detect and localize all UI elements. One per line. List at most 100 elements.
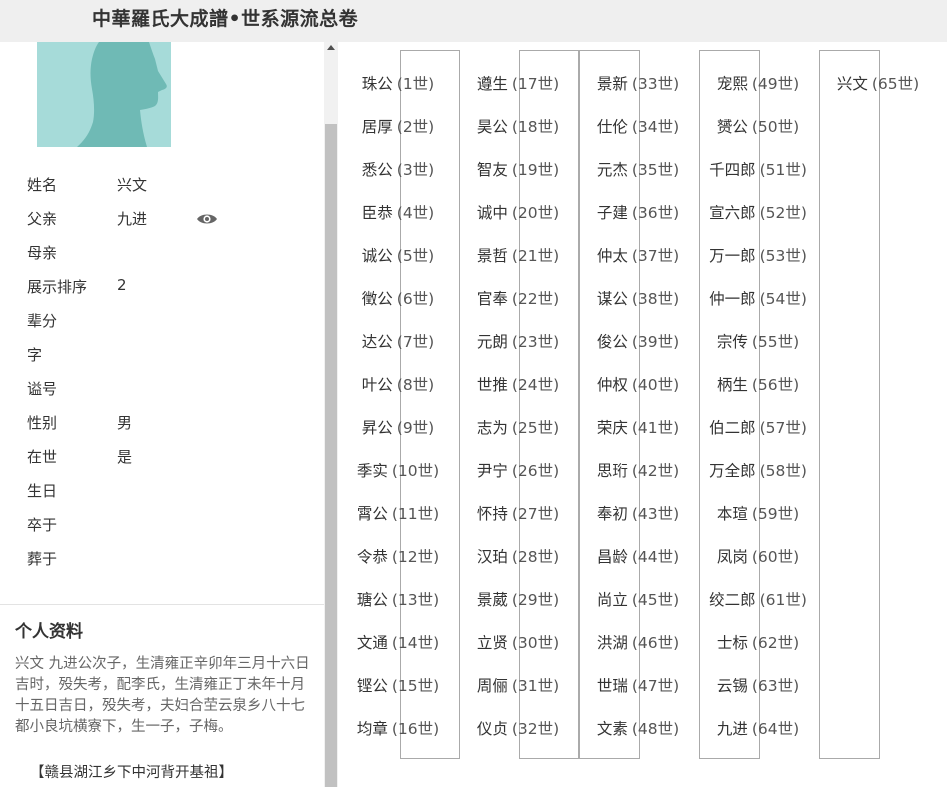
lineage-generation: (8世) <box>396 376 435 394</box>
lineage-node[interactable]: 荣庆 (41世) <box>578 418 698 438</box>
lineage-name: 徵公 <box>361 290 393 308</box>
lineage-generation: (4世) <box>396 204 435 222</box>
lineage-node[interactable]: 世推 (24世) <box>458 375 578 395</box>
lineage-node[interactable]: 文素 (48世) <box>578 719 698 739</box>
lineage-node[interactable]: 达公 (7世) <box>338 332 458 352</box>
lineage-node[interactable]: 诚公 (5世) <box>338 246 458 266</box>
lineage-node[interactable]: 仕伦 (34世) <box>578 117 698 137</box>
lineage-node[interactable]: 宣六郎 (52世) <box>698 203 818 223</box>
lineage-name: 俊公 <box>596 333 628 351</box>
lineage-generation: (37世) <box>631 247 680 265</box>
lineage-generation: (28世) <box>511 548 560 566</box>
lineage-generation: (52世) <box>759 204 807 222</box>
lineage-node[interactable]: 子建 (36世) <box>578 203 698 223</box>
lineage-node[interactable]: 世瑞 (47世) <box>578 676 698 696</box>
lineage-node[interactable]: 立贤 (30世) <box>458 633 578 653</box>
lineage-node[interactable]: 徵公 (6世) <box>338 289 458 309</box>
lineage-node[interactable]: 遵生 (17世) <box>458 74 578 94</box>
scrollbar[interactable] <box>324 42 338 787</box>
field-value: 2 <box>117 276 127 294</box>
lineage-node[interactable]: 智友 (19世) <box>458 160 578 180</box>
lineage-node[interactable]: 汉珀 (28世) <box>458 547 578 567</box>
lineage-node[interactable]: 官奉 (22世) <box>458 289 578 309</box>
view-father-eye-icon[interactable] <box>196 211 218 225</box>
lineage-node[interactable]: 叶公 (8世) <box>338 375 458 395</box>
connector-line <box>819 50 880 759</box>
lineage-name: 子建 <box>596 204 628 222</box>
avatar <box>37 42 171 147</box>
lineage-node[interactable]: 景新 (33世) <box>578 74 698 94</box>
lineage-generation: (10世) <box>391 462 440 480</box>
lineage-node[interactable]: 铿公 (15世) <box>338 676 458 696</box>
lineage-node[interactable]: 千四郎 (51世) <box>698 160 818 180</box>
bio-text: 兴文 九进公次子，生清雍正辛卯年三月十六日吉时，殁失考，配李氏，生清雍正丁未年十… <box>15 656 310 735</box>
lineage-node[interactable]: 文通 (14世) <box>338 633 458 653</box>
lineage-node[interactable]: 九进 (64世) <box>698 719 818 739</box>
lineage-node[interactable]: 尚立 (45世) <box>578 590 698 610</box>
lineage-name: 怀持 <box>476 505 508 523</box>
lineage-name: 遵生 <box>476 75 508 93</box>
lineage-node[interactable]: 均章 (16世) <box>338 719 458 739</box>
field-label: 辈分 <box>27 312 58 330</box>
lineage-node[interactable]: 居厚 (2世) <box>338 117 458 137</box>
lineage-node[interactable]: 赟公 (50世) <box>698 117 818 137</box>
field-label: 展示排序 <box>27 278 88 296</box>
lineage-generation: (46世) <box>631 634 680 652</box>
lineage-node[interactable]: 本瑄 (59世) <box>698 504 818 524</box>
lineage-generation: (27世) <box>511 505 560 523</box>
lineage-node[interactable]: 景哲 (21世) <box>458 246 578 266</box>
lineage-node[interactable]: 周俪 (31世) <box>458 676 578 696</box>
lineage-node[interactable]: 云锡 (63世) <box>698 676 818 696</box>
lineage-node[interactable]: 志为 (25世) <box>458 418 578 438</box>
lineage-node[interactable]: 俊公 (39世) <box>578 332 698 352</box>
lineage-node[interactable]: 士标 (62世) <box>698 633 818 653</box>
lineage-node[interactable]: 万一郎 (53世) <box>698 246 818 266</box>
lineage-node[interactable]: 仲一郎 (54世) <box>698 289 818 309</box>
lineage-node[interactable]: 仪贞 (32世) <box>458 719 578 739</box>
lineage-node[interactable]: 昌龄 (44世) <box>578 547 698 567</box>
page-title: 中華羅氏大成譜•世系源流总卷 <box>92 8 359 30</box>
lineage-node[interactable]: 洪湖 (46世) <box>578 633 698 653</box>
lineage-generation: (63世) <box>751 677 800 695</box>
lineage-node[interactable]: 绞二郎 (61世) <box>698 590 818 610</box>
lineage-node[interactable]: 凤岗 (60世) <box>698 547 818 567</box>
scroll-up-arrow-icon[interactable] <box>327 45 335 50</box>
lineage-node[interactable]: 珠公 (1世) <box>338 74 458 94</box>
lineage-node[interactable]: 诚中 (20世) <box>458 203 578 223</box>
field-label: 姓名 <box>27 176 58 194</box>
lineage-node[interactable]: 宗传 (55世) <box>698 332 818 352</box>
lineage-node[interactable]: 瑭公 (13世) <box>338 590 458 610</box>
lineage-generation: (48世) <box>631 720 680 738</box>
lineage-node[interactable]: 兴文 (65世) <box>818 74 938 94</box>
profile-panel: 姓名 兴文 父亲 九进 母亲 展示排序 2 辈分字谥号 性别 男在世 是生日 卒于 葬于 个人资料 兴文… <box>0 42 324 787</box>
lineage-node[interactable]: 怀持 (27世) <box>458 504 578 524</box>
lineage-node[interactable]: 季实 (10世) <box>338 461 458 481</box>
bio-tag: 【赣县湖江乡下中河背开基祖】 <box>30 765 233 781</box>
lineage-name: 宠熙 <box>716 75 748 93</box>
lineage-node[interactable]: 景葳 (29世) <box>458 590 578 610</box>
lineage-generation: (36世) <box>631 204 680 222</box>
lineage-node[interactable]: 宠熙 (49世) <box>698 74 818 94</box>
lineage-generation: (42世) <box>631 462 680 480</box>
scroll-thumb[interactable] <box>325 124 337 787</box>
lineage-node[interactable]: 昇公 (9世) <box>338 418 458 438</box>
lineage-node[interactable]: 尹宁 (26世) <box>458 461 578 481</box>
field-label: 母亲 <box>27 244 58 262</box>
lineage-node[interactable]: 令恭 (12世) <box>338 547 458 567</box>
lineage-node[interactable]: 元朗 (23世) <box>458 332 578 352</box>
lineage-node[interactable]: 柄生 (56世) <box>698 375 818 395</box>
lineage-node[interactable]: 思珩 (42世) <box>578 461 698 481</box>
lineage-node[interactable]: 霄公 (11世) <box>338 504 458 524</box>
lineage-generation: (62世) <box>751 634 800 652</box>
lineage-node[interactable]: 臣恭 (4世) <box>338 203 458 223</box>
lineage-node[interactable]: 仲权 (40世) <box>578 375 698 395</box>
lineage-node[interactable]: 奉初 (43世) <box>578 504 698 524</box>
lineage-node[interactable]: 伯二郎 (57世) <box>698 418 818 438</box>
lineage-node[interactable]: 仲太 (37世) <box>578 246 698 266</box>
lineage-node[interactable]: 谋公 (38世) <box>578 289 698 309</box>
lineage-node[interactable]: 元杰 (35世) <box>578 160 698 180</box>
lineage-node[interactable]: 万全郎 (58世) <box>698 461 818 481</box>
lineage-generation: (43世) <box>631 505 680 523</box>
lineage-node[interactable]: 悉公 (3世) <box>338 160 458 180</box>
lineage-node[interactable]: 昊公 (18世) <box>458 117 578 137</box>
